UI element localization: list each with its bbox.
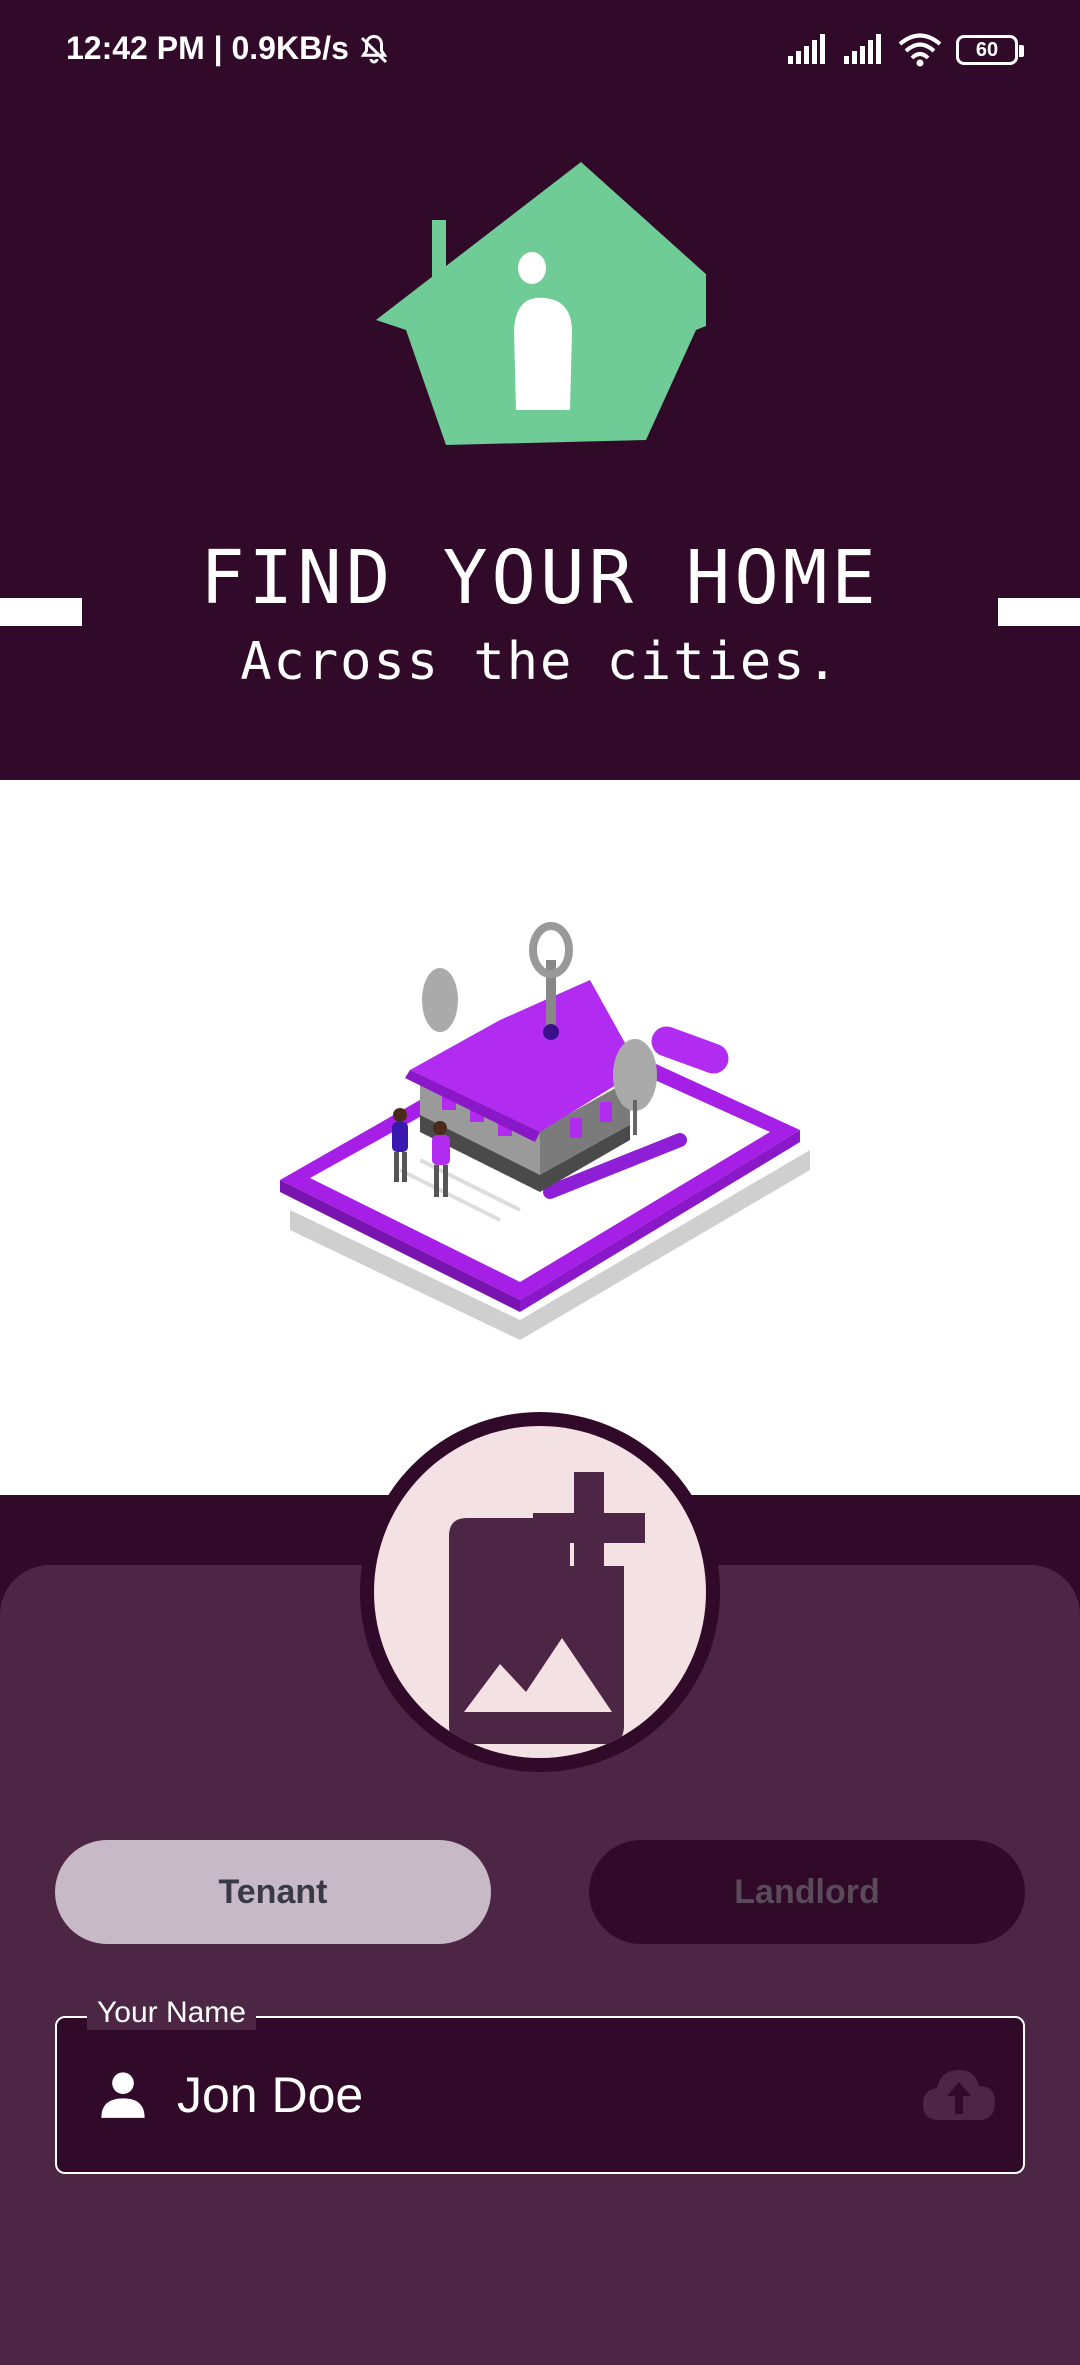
status-time-speed: 12:42 PM | 0.9KB/s	[66, 30, 349, 66]
wifi-icon	[898, 33, 942, 67]
landlord-toggle-button[interactable]: Landlord	[589, 1840, 1025, 1944]
avatar-picker[interactable]	[360, 1412, 720, 1772]
battery-level: 60	[975, 38, 999, 61]
battery-icon: 60	[956, 35, 1024, 65]
avatar[interactable]	[374, 1426, 706, 1758]
signal-icon	[788, 34, 825, 64]
tenant-toggle-button[interactable]: Tenant	[55, 1840, 491, 1944]
person-icon	[101, 2072, 145, 2118]
page-title: FIND YOUR HOME	[200, 535, 880, 621]
isometric-house-illustration	[280, 922, 810, 1340]
house-icon	[376, 162, 706, 445]
header: 12:42 PM | 0.9KB/s 60 FIND YOUR HOME Acr…	[0, 0, 1080, 780]
add-photo-icon[interactable]	[374, 1426, 706, 1758]
name-field-value[interactable]: Jon Doe	[177, 2066, 363, 2124]
name-field-label: Your Name	[87, 1996, 256, 2030]
name-field[interactable]: Your Name Jon Doe	[55, 1996, 1025, 2174]
signal-icon	[844, 34, 881, 64]
cloud-upload-icon[interactable]	[921, 2064, 997, 2126]
status-icons: 60	[786, 28, 1024, 72]
status-bar: 12:42 PM | 0.9KB/s 60	[0, 0, 1080, 100]
hero-section	[0, 780, 1080, 1495]
mute-bell-icon	[360, 34, 388, 64]
page-subtitle: Across the cities.	[240, 632, 840, 692]
